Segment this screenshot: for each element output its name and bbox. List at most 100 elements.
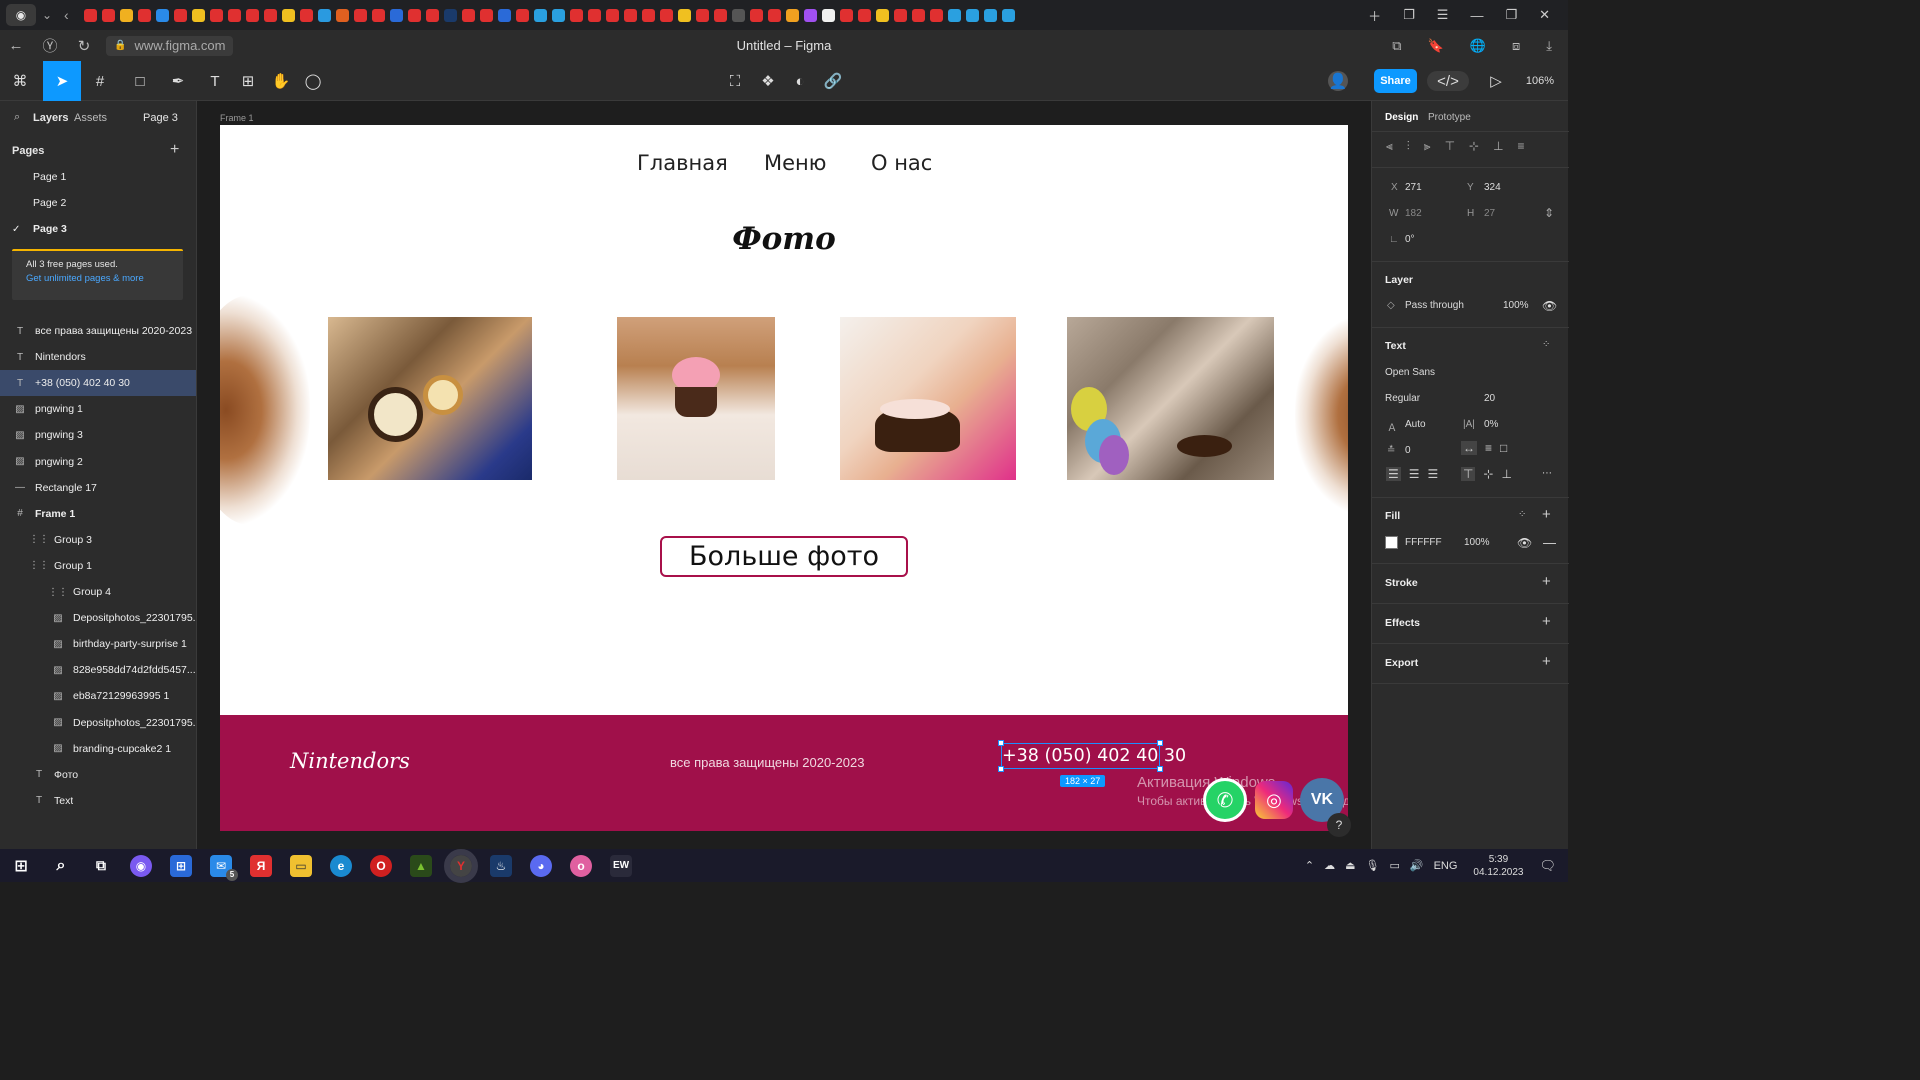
y-input[interactable]: 324 [1484, 182, 1501, 193]
browser-tab-favicon[interactable] [588, 8, 601, 22]
share-button[interactable]: Share [1374, 69, 1417, 93]
layer-row[interactable]: # Frame 1 [0, 501, 196, 527]
bookmark-icon[interactable]: 🔖 [1428, 38, 1444, 54]
browser-tab-favicon[interactable] [876, 8, 889, 22]
valign-middle-icon[interactable]: ⊹ [1483, 467, 1493, 481]
fill-visibility-icon[interactable]: 👁 [1517, 536, 1532, 550]
rotation-input[interactable]: 0° [1405, 234, 1415, 245]
browser-tab-favicon[interactable] [120, 8, 133, 22]
close-window-icon[interactable]: ✕ [1539, 7, 1550, 23]
resize-handle[interactable] [1157, 766, 1163, 772]
steam-icon[interactable]: ♨ [490, 854, 512, 877]
browser-tab-favicon[interactable] [642, 8, 655, 22]
browser-tab-favicon[interactable] [912, 8, 925, 22]
valign-bottom-icon[interactable]: ⊥ [1502, 467, 1512, 481]
tab-scroll-left-icon[interactable]: ‹ [64, 7, 80, 23]
align-center-icon[interactable]: ⫶ [1407, 139, 1410, 154]
alice-icon[interactable]: ◉ [130, 854, 152, 877]
fixed-size-icon[interactable]: □ [1500, 441, 1507, 455]
opera-icon[interactable]: O [370, 854, 392, 877]
browser-tab-favicon[interactable] [84, 8, 97, 22]
x-input[interactable]: 271 [1405, 182, 1422, 193]
comment-tool-icon[interactable]: ◯ [303, 71, 323, 91]
align-right-icon[interactable]: ⫸ [1424, 139, 1431, 154]
fill-color-swatch[interactable] [1385, 536, 1398, 549]
design-frame[interactable]: Главная Меню О нас Фото Больше фото Nint… [220, 125, 1348, 831]
remove-fill-icon[interactable]: — [1543, 535, 1556, 550]
browser-tab-favicon[interactable] [174, 8, 187, 22]
browser-tab-favicon[interactable] [138, 8, 151, 22]
tab-assets[interactable]: Assets [74, 112, 107, 124]
tab-layers[interactable]: Layers [33, 112, 68, 124]
browser-tab-favicon[interactable] [426, 8, 439, 22]
add-stroke-icon[interactable]: + [1542, 573, 1551, 590]
link-icon[interactable]: 🔗 [823, 71, 843, 91]
present-icon[interactable]: ▷ [1486, 71, 1506, 91]
layer-row[interactable]: ▨ pngwing 1 [0, 396, 196, 422]
browser-tab-favicon[interactable] [840, 8, 853, 22]
edge-icon[interactable]: e [330, 854, 352, 877]
word-icon[interactable]: EW [610, 854, 632, 877]
more-photos-button[interactable]: Больше фото [660, 536, 908, 577]
notifications-icon[interactable]: 🗨 [1539, 858, 1556, 874]
layer-opacity-input[interactable]: 100% [1503, 300, 1529, 311]
browser-tab-favicon[interactable] [930, 8, 943, 22]
browser-tab-favicon[interactable] [228, 8, 241, 22]
browser-tab-favicon[interactable] [480, 8, 493, 22]
tab-list-icon[interactable]: ⌄ [42, 8, 58, 22]
browser-tab-favicon[interactable] [894, 8, 907, 22]
text-styles-icon[interactable]: ⁘ [1542, 339, 1550, 350]
discord-icon[interactable]: ◕ [530, 854, 552, 877]
add-export-icon[interactable]: + [1542, 653, 1551, 670]
more-text-options-icon[interactable]: ⋯ [1542, 468, 1552, 479]
distribute-icon[interactable]: ≡ [1518, 139, 1525, 154]
browser-tab-favicon[interactable] [624, 8, 637, 22]
mail-icon[interactable]: ✉ 5 [210, 854, 238, 881]
browser-tab-favicon[interactable] [768, 8, 781, 22]
windows-start-icon[interactable]: ⊞ [10, 855, 32, 877]
align-middle-icon[interactable]: ⊹ [1469, 139, 1479, 154]
browser-tab-favicon[interactable] [858, 8, 871, 22]
task-view-icon[interactable]: ⧉ [90, 855, 112, 877]
browser-tab-favicon[interactable] [282, 8, 295, 22]
nav-link-about[interactable]: О нас [871, 151, 932, 175]
browser-tab-favicon[interactable] [534, 8, 547, 22]
browser-tab-favicon[interactable] [408, 8, 421, 22]
volume-icon[interactable]: 🔊 [1410, 859, 1424, 872]
browser-tab-favicon[interactable] [948, 8, 961, 22]
footer-phone[interactable]: +38 (050) 402 40 30 [1001, 743, 1186, 769]
layer-row[interactable]: ▨ branding-cupcake2 1 [0, 736, 196, 762]
auto-height-icon[interactable]: ≡ [1485, 441, 1492, 455]
auto-width-icon[interactable]: ↔ [1461, 441, 1477, 455]
browser-tab-favicon[interactable] [336, 8, 349, 22]
profile-icon[interactable]: ◉ [6, 4, 36, 26]
visibility-icon[interactable]: 👁 [1542, 299, 1557, 313]
browser-tab-favicon[interactable] [786, 8, 799, 22]
resize-handle[interactable] [1157, 740, 1163, 746]
layer-row[interactable]: ▨ eb8a72129963995 1 [0, 683, 196, 709]
nav-link-menu[interactable]: Меню [764, 151, 826, 175]
move-tool-button[interactable]: ➤ [43, 61, 81, 101]
downloads-icon[interactable]: ⤓ [1546, 38, 1552, 54]
text-align-left-icon[interactable]: ☰ [1386, 467, 1401, 481]
layer-row[interactable]: ▨ Depositphotos_22301795... [0, 710, 196, 736]
layer-row[interactable]: — Rectangle 17 [0, 475, 196, 501]
browser-tab-favicon[interactable] [660, 8, 673, 22]
browser-tab-favicon[interactable] [678, 8, 691, 22]
resize-handle[interactable] [998, 766, 1004, 772]
browser-tab-favicon[interactable] [246, 8, 259, 22]
browser-tab-favicon[interactable] [354, 8, 367, 22]
mask-icon[interactable]: ◐ [790, 71, 810, 91]
font-weight-select[interactable]: Regular [1385, 393, 1420, 404]
h-input[interactable]: 27 [1484, 208, 1495, 219]
nvidia-icon[interactable]: ▲ [410, 854, 432, 877]
reload-icon[interactable]: ↻ [74, 36, 94, 56]
page-item-current[interactable]: ✓ Page 3 [0, 216, 196, 242]
url-field[interactable]: 🔒 www.figma.com [106, 35, 234, 56]
browser-tab-favicon[interactable] [606, 8, 619, 22]
mic-icon[interactable]: 🎙 [1366, 859, 1380, 872]
browser-tab-favicon[interactable] [552, 8, 565, 22]
browser-tab-favicon[interactable] [750, 8, 763, 22]
browser-tab-favicon[interactable] [210, 8, 223, 22]
align-left-icon[interactable]: ⫷ [1386, 139, 1393, 154]
